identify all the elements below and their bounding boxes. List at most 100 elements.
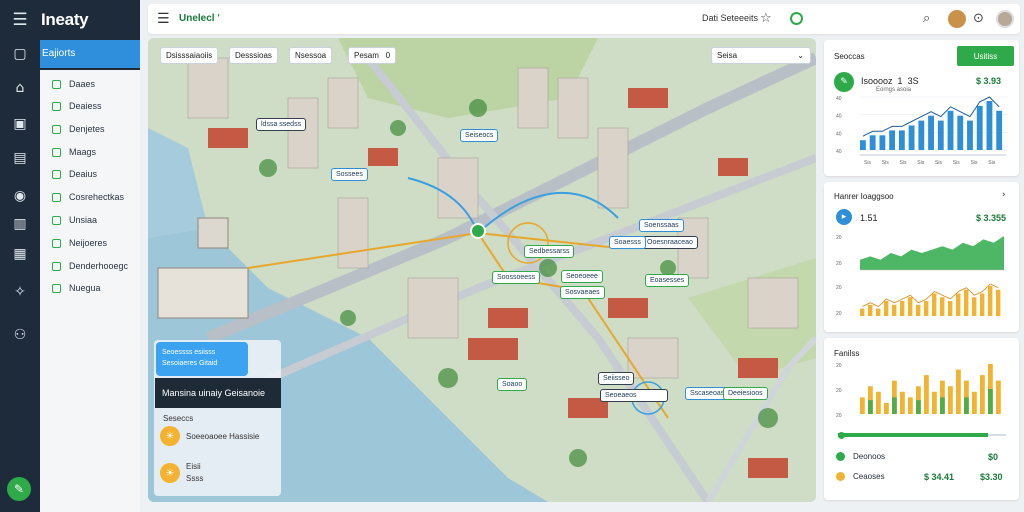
bar [908, 297, 913, 316]
avatar[interactable] [948, 10, 966, 28]
stats-card: Seoccas Usitiss ✎ Isooooz 1 3S Eorngs as… [824, 40, 1019, 176]
map-info-panel: Seoessss esiisss Sesoiaeres Gitaid Mansi… [154, 340, 281, 496]
map-tag[interactable]: Eoasesses [645, 274, 690, 287]
bar [932, 293, 937, 316]
map-tag[interactable]: Soaesss [609, 236, 646, 249]
document-icon[interactable]: ▥ [10, 214, 30, 234]
bar [980, 293, 985, 316]
home-icon[interactable]: ⌂ [10, 78, 30, 98]
side-nav: Ineaty Eajiorts Daaes Deaiess Denjetes M… [40, 0, 140, 512]
bar [884, 301, 889, 316]
page-title-text: Unelecl [179, 13, 215, 24]
card-action-button[interactable]: Usitiss [957, 46, 1014, 66]
scroll-track [860, 154, 1006, 156]
network-icon[interactable]: ✧ [10, 282, 30, 302]
area-chart: 20 20 20 20 [836, 235, 1006, 317]
map-filter-chip[interactable]: Desssioas [229, 47, 278, 64]
status-ring-icon[interactable] [790, 12, 803, 25]
y-tick-label: 40 [836, 96, 842, 102]
nav-item-label: Unsiaa [69, 215, 98, 225]
nav-item[interactable]: Deaiess [52, 101, 102, 111]
leaf-icon[interactable]: ✎ [7, 477, 31, 501]
map-tag[interactable]: Ooesnraaceao [642, 236, 698, 249]
eye-icon[interactable]: ◉ [10, 186, 30, 206]
nav-item-label: Denderhooegc [69, 261, 129, 271]
users-icon[interactable]: ⚇ [10, 325, 30, 345]
map-tag[interactable]: ldssa ssedss [256, 118, 307, 131]
bar [889, 130, 896, 150]
legend-value: $0 [988, 452, 999, 462]
info-row[interactable]: ☀ Soeeoaoee Hassisie [160, 426, 259, 446]
kpi-small: 3S [907, 76, 919, 86]
section-label: Seseccs [163, 414, 194, 423]
map-tag[interactable]: Seiseocs [460, 129, 499, 142]
bar [996, 110, 1003, 150]
y-tick-label: 20 [836, 235, 842, 241]
nav-item[interactable]: Denderhooegc [52, 261, 128, 271]
list-icon[interactable]: ☰ [157, 11, 170, 27]
y-tick-label: 40 [836, 149, 842, 155]
icon-rail: ☰ ▢ ⌂ ▣ ▤ ◉ ▥ ▦ ✧ ⚇ ✎ [0, 0, 40, 512]
map-tag[interactable]: Sossees [331, 168, 368, 181]
progress-bar [838, 432, 1006, 439]
item-icon [52, 124, 61, 134]
map-tag[interactable]: Soaoo [497, 378, 528, 391]
legend-item: Deonoos [836, 452, 885, 461]
nav-item[interactable]: Maags [52, 147, 96, 157]
map-tag[interactable]: Seiisseo [598, 372, 635, 385]
bar [876, 308, 881, 316]
map-tag[interactable]: Sedbessarss [524, 245, 575, 258]
row-sub: Ssss [186, 474, 204, 483]
map-tag[interactable]: Soenssaas [639, 219, 684, 232]
nav-item[interactable]: Cosrehectkas [52, 192, 124, 202]
map-tag[interactable]: Seoeoeee [561, 270, 603, 283]
bar [892, 304, 897, 316]
progress-dot [838, 432, 845, 439]
select-label: Seisa [717, 51, 738, 60]
bar-overlay [988, 389, 993, 414]
info-row[interactable]: ☀ Eisii Ssss [160, 461, 203, 485]
y-tick-label: 20 [836, 261, 842, 267]
map-filter-chip[interactable]: Pesam 0 [348, 47, 397, 64]
card-title: Hanrer Ioaggsoo [834, 192, 894, 201]
map-filter-chip[interactable]: Dsisssaiaoiis [160, 47, 219, 64]
bar [900, 301, 905, 316]
star-icon[interactable]: ☆ [760, 11, 772, 26]
briefcase-icon[interactable]: ▤ [10, 148, 30, 168]
city-map[interactable]: Dsisssaiaoiis Desssioas Nsessoa Pesam 0 … [148, 38, 816, 502]
chat-icon[interactable]: ▢ [10, 44, 30, 64]
layers-icon[interactable]: ▦ [10, 244, 30, 264]
map-view-select[interactable]: Seisa ⌄ [711, 47, 811, 64]
search-icon[interactable]: ⌕ [923, 11, 930, 26]
bar [956, 293, 961, 316]
map-tag[interactable]: Seoeaeos [600, 389, 668, 402]
nav-item[interactable]: Daaes [52, 79, 95, 89]
bar [876, 391, 881, 414]
bar [868, 304, 873, 316]
nav-item[interactable]: Deaius [52, 169, 97, 179]
nav-item[interactable]: Denjetes [52, 124, 105, 134]
bar [918, 120, 925, 150]
session-label[interactable]: Dati Seteeeits [702, 13, 758, 23]
y-tick-label: 20 [836, 363, 842, 369]
nav-item[interactable]: Nuegua [52, 283, 101, 293]
settings-icon[interactable]: ⊙ [973, 11, 984, 26]
nav-item[interactable]: Unsiaa [52, 215, 97, 225]
nav-item-active[interactable]: Eajiorts [40, 40, 140, 68]
user-avatar[interactable] [996, 10, 1014, 28]
chart-icon[interactable]: ▣ [10, 114, 30, 134]
info-callout[interactable]: Seoessss esiisss Sesoiaeres Gitaid [156, 342, 248, 376]
bar [996, 380, 1001, 414]
x-tick-label: Sis [900, 160, 907, 166]
menu-icon[interactable]: ☰ [10, 10, 30, 30]
top-bar: ☰ Unelecl ' Dati Seteeeits ☆ ⌕ ⊙ [148, 4, 1020, 34]
map-filter-chip[interactable]: Nsessoa [289, 47, 333, 64]
chevron-right-icon[interactable]: › [1002, 190, 1006, 200]
nav-item[interactable]: Neijoeres [52, 238, 107, 248]
legend-swatch [836, 472, 845, 481]
map-tag[interactable]: Sosvaeaes [560, 286, 605, 299]
legend-label: Ceaoses [853, 472, 885, 481]
map-tag[interactable]: Deeiesioos [723, 387, 768, 400]
map-tag[interactable]: Soossoeess [492, 271, 541, 284]
bar [908, 125, 915, 150]
